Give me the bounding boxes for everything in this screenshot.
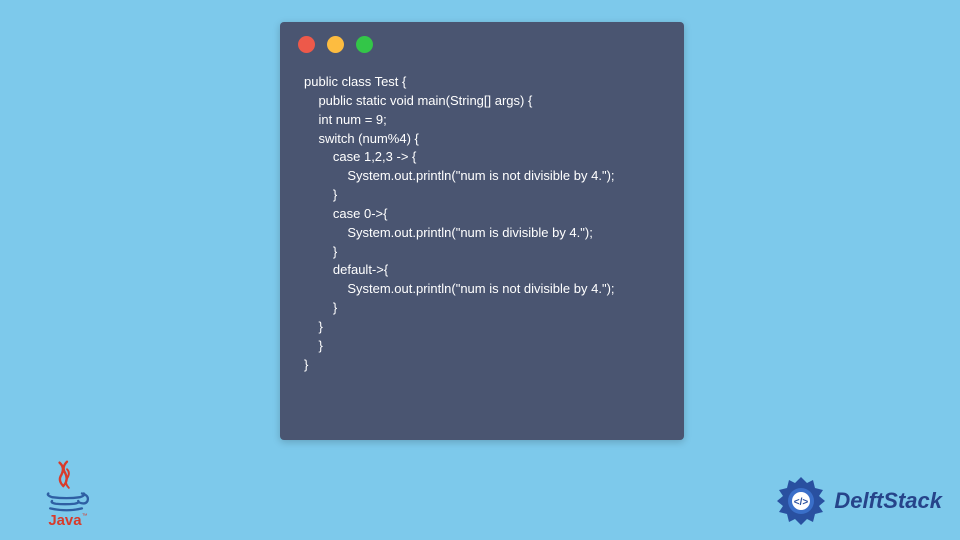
delftstack-logo: </> DelftStack [774, 474, 942, 528]
java-logo-icon: Java ™ [38, 458, 96, 528]
close-icon [298, 36, 315, 53]
maximize-icon [356, 36, 373, 53]
code-content: public class Test { public static void m… [280, 67, 684, 381]
svg-text:</>: </> [794, 497, 809, 508]
svg-text:™: ™ [82, 514, 88, 520]
delftstack-label: DelftStack [834, 488, 942, 514]
java-label: Java [48, 512, 82, 528]
minimize-icon [327, 36, 344, 53]
code-window: public class Test { public static void m… [280, 22, 684, 440]
window-controls [280, 22, 684, 67]
delftstack-icon: </> [774, 474, 828, 528]
